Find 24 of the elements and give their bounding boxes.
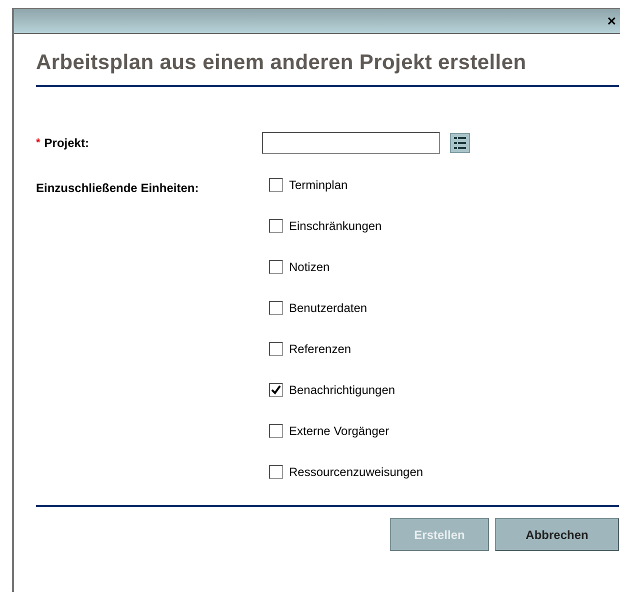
checkbox[interactable]: [269, 342, 283, 356]
checkbox-label: Ressourcenzuweisungen: [289, 464, 424, 481]
dialog-title: Arbeitsplan aus einem anderen Projekt erstellen: [36, 51, 528, 75]
checkbox[interactable]: [269, 260, 283, 274]
checkbox-label: Notizen: [289, 259, 330, 276]
checkbox-label: Externe Vorgänger: [289, 423, 390, 440]
field-label: Einzuschließende Einheiten:: [36, 180, 200, 197]
checkbox-label: Terminplan: [289, 177, 348, 194]
close-button[interactable]: ×: [607, 14, 616, 28]
checkbox-label: Benutzerdaten: [289, 300, 368, 317]
checkbox[interactable]: [269, 178, 283, 192]
checkbox-label: Einschränkungen: [289, 218, 382, 235]
checkbox-label: Referenzen: [289, 341, 352, 358]
checkbox[interactable]: [269, 465, 283, 479]
checkbox-label: Benachrichtigungen: [289, 382, 396, 399]
checkbox[interactable]: [269, 301, 283, 315]
checkbox[interactable]: [269, 219, 283, 233]
cancel-button[interactable]: Abbrechen: [495, 518, 619, 551]
input-field[interactable]: [262, 132, 440, 154]
list-icon[interactable]: [450, 133, 470, 153]
field-label: Projekt:: [44, 135, 89, 152]
checkbox[interactable]: [269, 383, 283, 397]
checkbox[interactable]: [269, 424, 283, 438]
required-mark: *: [36, 136, 40, 151]
